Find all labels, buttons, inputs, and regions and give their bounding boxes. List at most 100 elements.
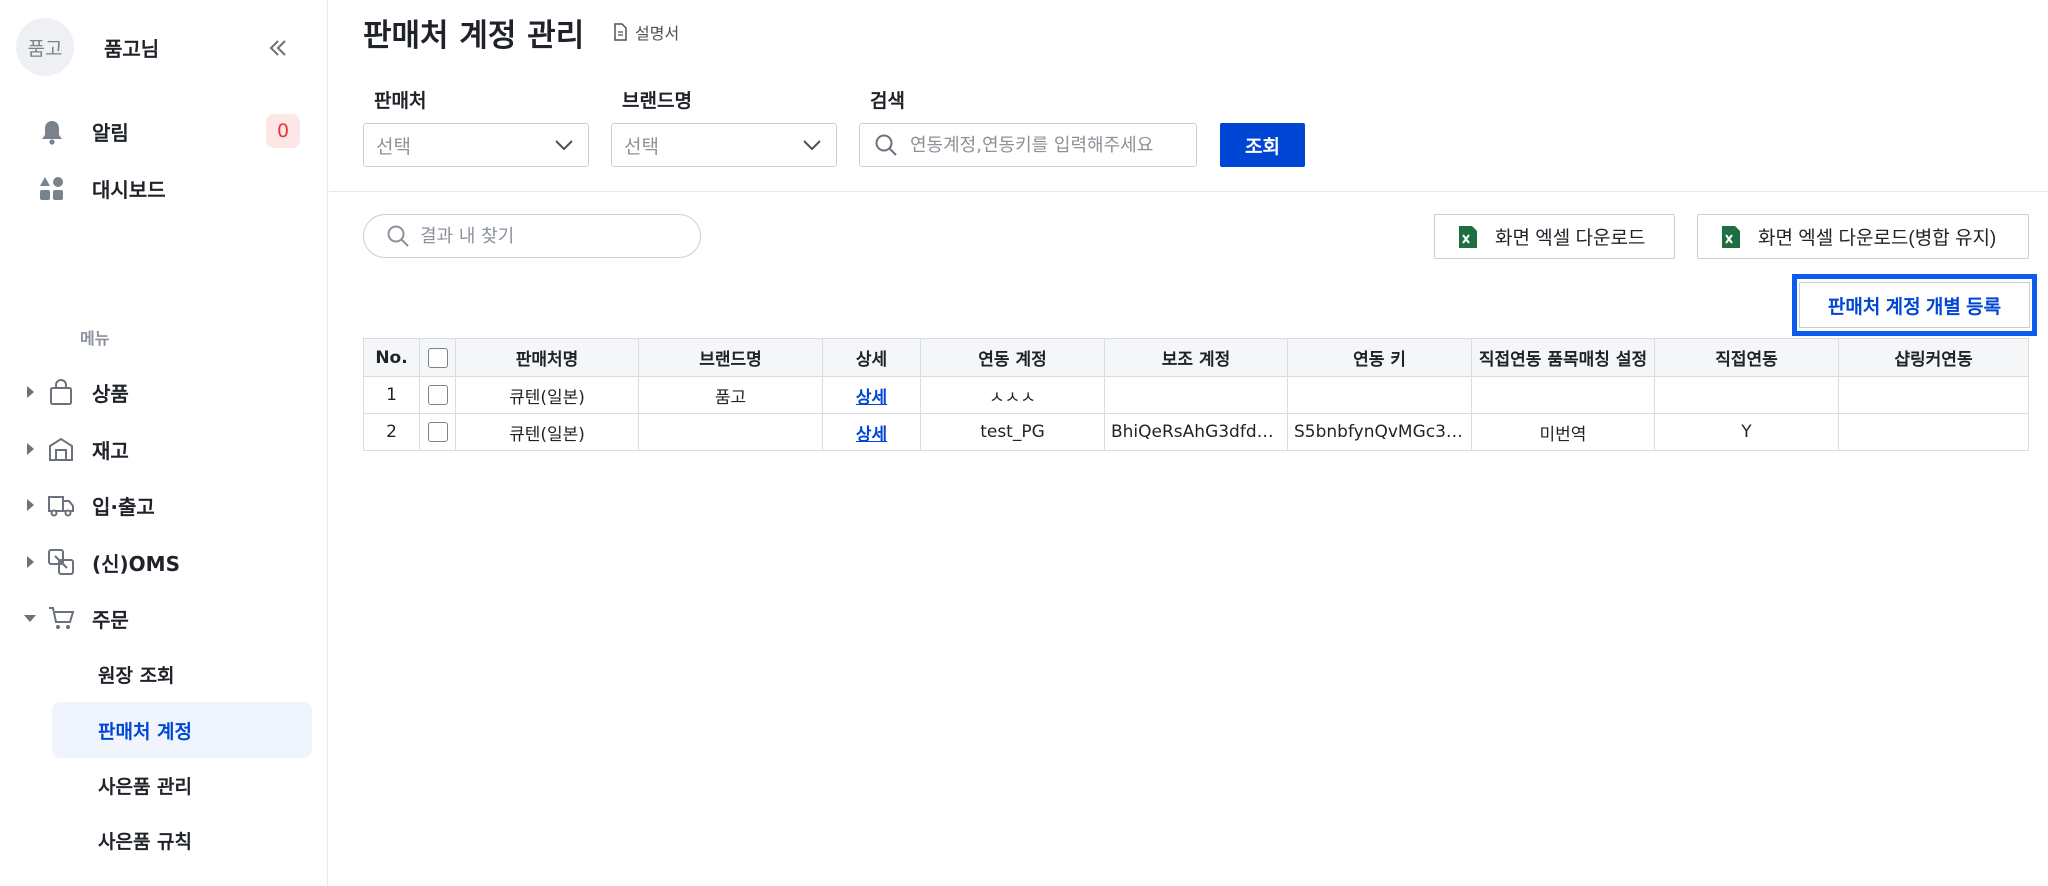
brand-select[interactable]: 선택: [611, 123, 837, 167]
row-checkbox[interactable]: [427, 422, 448, 442]
cell-detail-link[interactable]: 상세: [822, 413, 921, 451]
cell-account: test_PG: [920, 413, 1105, 451]
column-header-detail[interactable]: 상세: [822, 338, 921, 377]
cell-brand: 품고: [638, 376, 823, 414]
divider: [329, 191, 2048, 192]
search-icon: [875, 134, 897, 156]
cell-no: 2: [363, 413, 420, 451]
column-header-direct[interactable]: 직접연동: [1654, 338, 1839, 377]
excel-icon: [1722, 225, 1740, 248]
cell-shoplinker: [1838, 376, 2029, 414]
select-all-checkbox[interactable]: [427, 347, 448, 368]
excel-download-merge-button[interactable]: 화면 엑셀 다운로드(병합 유지): [1697, 214, 2029, 259]
table-row[interactable]: 2 큐텐(일본) 상세 test_PG BhiQeRsAhG3dfd… S5bn…: [363, 413, 2029, 451]
cell-matching: 미번역: [1471, 413, 1655, 451]
nav-item-label: 대시보드: [92, 178, 166, 202]
cell-seller: 큐텐(일본): [455, 413, 639, 451]
manual-link[interactable]: 설명서: [611, 20, 679, 44]
cell-direct: Y: [1654, 413, 1839, 451]
search-input[interactable]: [910, 134, 1190, 156]
column-header-sub-account[interactable]: 보조 계정: [1104, 338, 1288, 377]
caret-right-icon: [22, 554, 38, 570]
column-header-key[interactable]: 연동 키: [1287, 338, 1472, 377]
cell-direct: [1654, 376, 1839, 414]
dashboard-icon: [38, 175, 66, 203]
cell-brand: [638, 413, 823, 451]
search-filter-label: 검색: [870, 90, 905, 112]
column-header-no[interactable]: No.: [363, 338, 420, 377]
cell-shoplinker: [1838, 413, 2029, 451]
table-header-row: No. 판매처명 브랜드명 상세 연동 계정 보조 계정 연동 키 직접연동 품…: [363, 338, 2029, 377]
excel-download-label: 화면 엑셀 다운로드: [1495, 228, 1646, 249]
seller-account-table: No. 판매처명 브랜드명 상세 연동 계정 보조 계정 연동 키 직접연동 품…: [363, 338, 2029, 451]
column-header-select[interactable]: [419, 338, 456, 377]
warehouse-icon: [46, 434, 76, 464]
bell-icon: [38, 118, 66, 146]
column-header-shoplinker[interactable]: 샵링커연동: [1838, 338, 2029, 377]
caret-down-icon: [22, 610, 38, 626]
submenu-item-seller-account[interactable]: 판매처 계정: [52, 702, 312, 758]
result-search-field: [363, 214, 701, 258]
main-content: 판매처 계정 관리 설명서 판매처 선택 브랜드명 선택 검색 조회 화면 엑셀…: [329, 0, 2048, 886]
table-row[interactable]: 1 큐텐(일본) 품고 상세 ㅅㅅㅅ: [363, 376, 2029, 414]
notification-badge: 0: [266, 114, 300, 148]
menu-item-label: 상품: [92, 381, 129, 406]
brand-select-value: 선택: [624, 135, 659, 158]
excel-icon: [1459, 225, 1477, 248]
query-button[interactable]: 조회: [1220, 123, 1305, 167]
seller-filter-label: 판매처: [374, 90, 427, 112]
row-checkbox[interactable]: [427, 385, 448, 405]
caret-right-icon: [22, 384, 38, 400]
brand-filter-label: 브랜드명: [622, 90, 692, 112]
menu-item-label: 입·출고: [92, 494, 155, 519]
search-field: [859, 123, 1197, 167]
nav-item-dashboard[interactable]: 대시보드: [38, 174, 308, 203]
submenu-item-gift-management[interactable]: 사은품 관리: [52, 757, 312, 813]
column-header-seller[interactable]: 판매처명: [455, 338, 639, 377]
truck-icon: [46, 490, 76, 520]
menu-item-label: 재고: [92, 438, 129, 463]
excel-download-merge-label: 화면 엑셀 다운로드(병합 유지): [1758, 228, 1997, 249]
menu-item-oms[interactable]: (신)OMS: [22, 542, 312, 582]
excel-download-button[interactable]: 화면 엑셀 다운로드: [1434, 214, 1675, 259]
nav-item-notifications[interactable]: 알림 0: [38, 114, 308, 148]
menu-heading: 메뉴: [80, 329, 110, 348]
seller-select[interactable]: 선택: [363, 123, 589, 167]
cell-select[interactable]: [419, 413, 456, 451]
cell-sub-account: [1104, 376, 1288, 414]
menu-item-inventory[interactable]: 재고: [22, 429, 312, 469]
cell-detail-link[interactable]: 상세: [822, 376, 921, 414]
result-search-input[interactable]: [420, 225, 690, 247]
menu-item-products[interactable]: 상품: [22, 372, 312, 412]
column-header-brand[interactable]: 브랜드명: [638, 338, 823, 377]
submenu-item-gift-rules[interactable]: 사은품 규칙: [52, 812, 312, 868]
chevron-down-icon: [803, 140, 821, 151]
cart-icon: [46, 603, 76, 633]
submenu-item-ledger[interactable]: 원장 조회: [52, 646, 312, 702]
caret-right-icon: [22, 441, 38, 457]
menu-item-label: (신)OMS: [92, 551, 180, 576]
document-icon: [614, 23, 627, 41]
cell-account: ㅅㅅㅅ: [920, 376, 1105, 414]
profile[interactable]: 품고 품고님: [16, 18, 159, 76]
chevron-down-icon: [555, 140, 573, 151]
cell-seller: 큐텐(일본): [455, 376, 639, 414]
column-header-matching[interactable]: 직접연동 품목매칭 설정: [1471, 338, 1655, 377]
menu-item-inbound-outbound[interactable]: 입·출고: [22, 485, 312, 525]
avatar: 품고: [16, 18, 74, 76]
cell-select[interactable]: [419, 376, 456, 414]
profile-name: 품고님: [104, 36, 160, 61]
register-seller-account-button[interactable]: 판매처 계정 개별 등록: [1799, 282, 2030, 328]
collapse-sidebar-button[interactable]: [264, 34, 292, 62]
column-header-account[interactable]: 연동 계정: [920, 338, 1105, 377]
cell-sub-account: BhiQeRsAhG3dfd…: [1104, 413, 1288, 451]
menu-item-label: 주문: [92, 607, 129, 632]
search-icon: [387, 225, 409, 247]
nav-item-label: 알림: [92, 121, 129, 145]
cell-no: 1: [363, 376, 420, 414]
sidebar: 품고 품고님 알림 0 대시보드 메뉴 상품 재고 입·출고 (신)OMS 주문…: [0, 0, 328, 886]
cell-key: [1287, 376, 1472, 414]
caret-right-icon: [22, 497, 38, 513]
seller-select-value: 선택: [376, 135, 411, 158]
menu-item-orders[interactable]: 주문: [22, 598, 312, 638]
